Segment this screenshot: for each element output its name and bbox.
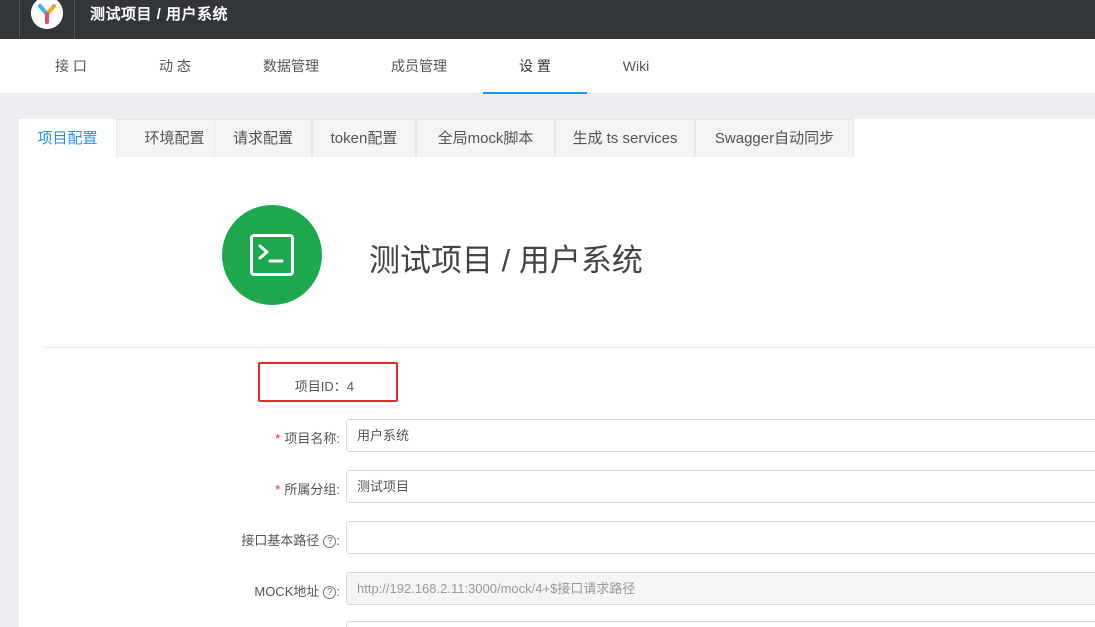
yapi-logo-icon[interactable] (31, 0, 63, 29)
section-divider (43, 347, 1095, 348)
highlight-box (258, 362, 398, 402)
project-group-select[interactable]: 测试项目 (346, 470, 1095, 503)
tab-token-config[interactable]: token配置 (312, 119, 416, 157)
active-tab-indicator (483, 92, 587, 94)
label-colon: : (336, 431, 340, 446)
label-colon: : (336, 584, 340, 599)
base-path-label-text: 接口基本路径 (241, 533, 320, 548)
required-mark: * (275, 431, 281, 446)
nav-tab-member-management[interactable]: 成员管理 (379, 39, 459, 94)
help-icon[interactable]: ? (323, 535, 337, 548)
label-colon: : (336, 482, 340, 497)
header-divider (74, 0, 75, 39)
project-group-label-text: 所属分组 (284, 482, 337, 497)
tab-request-config[interactable]: 请求配置 (214, 119, 312, 157)
project-nav: 接 口 动 态 数据管理 成员管理 设 置 Wiki (0, 39, 1095, 94)
nav-tab-activity[interactable]: 动 态 (140, 39, 210, 94)
mock-address-label: MOCK地址?: (190, 581, 340, 600)
mock-address-input: http://192.168.2.11:3000/mock/4+$接口请求路径 (346, 572, 1095, 605)
label-colon: : (336, 533, 340, 548)
project-name-label-text: 项目名称 (284, 431, 337, 446)
terminal-icon (250, 234, 294, 276)
project-title: 测试项目 / 用户系统 (369, 243, 643, 278)
nav-tab-data-management[interactable]: 数据管理 (251, 39, 331, 94)
tab-generate-ts-services[interactable]: 生成 ts services (555, 119, 695, 157)
header-divider (19, 0, 20, 39)
tab-global-mock-script[interactable]: 全局mock脚本 (416, 119, 555, 157)
help-icon[interactable]: ? (323, 586, 337, 599)
project-avatar[interactable] (222, 205, 322, 305)
project-name-input[interactable]: 用户系统 (346, 419, 1095, 452)
nav-tab-interface[interactable]: 接 口 (36, 39, 106, 94)
project-group-label: * 所属分组: (190, 479, 340, 498)
nav-tab-wiki[interactable]: Wiki (606, 39, 666, 94)
required-mark: * (275, 482, 281, 497)
tab-project-config[interactable]: 项目配置 (19, 119, 116, 157)
base-path-label: 接口基本路径?: (190, 530, 340, 549)
tab-swagger-sync[interactable]: Swagger自动同步 (695, 119, 854, 157)
mock-address-label-text: MOCK地址 (254, 584, 320, 599)
nav-tab-settings[interactable]: 设 置 (483, 39, 587, 94)
next-form-field[interactable] (346, 621, 1095, 627)
project-name-label: * 项目名称: (190, 428, 340, 447)
top-header-bar: 测试项目 / 用户系统 (0, 0, 1095, 39)
base-path-input[interactable] (346, 521, 1095, 554)
breadcrumb[interactable]: 测试项目 / 用户系统 (90, 3, 228, 24)
